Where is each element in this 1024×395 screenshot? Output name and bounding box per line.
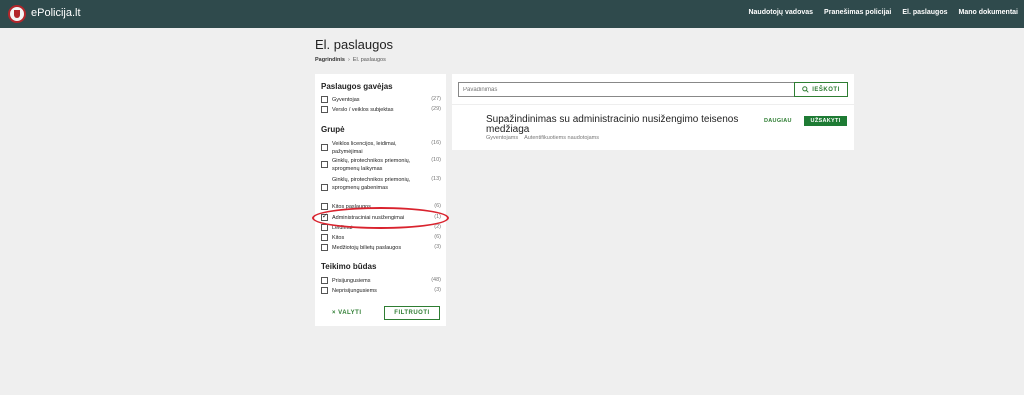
nav-report-police[interactable]: Pranešimas policijai bbox=[824, 9, 891, 16]
nav-e-services[interactable]: El. paslaugos bbox=[902, 9, 947, 16]
filter-provider-title: Paslaugos gavėjas bbox=[321, 82, 393, 91]
filter-button[interactable]: FILTRUOTI bbox=[384, 306, 440, 320]
filter-item-count: (6) bbox=[434, 234, 441, 240]
checkbox[interactable] bbox=[321, 144, 328, 151]
breadcrumb-separator-icon: › bbox=[347, 57, 350, 63]
filter-item-label: Prisijungusiems bbox=[332, 278, 371, 284]
search-icon bbox=[802, 86, 809, 93]
filter-item-count: (16) bbox=[431, 140, 441, 146]
filter-item-label: Gyventojas bbox=[332, 97, 360, 103]
checkbox[interactable] bbox=[321, 277, 328, 284]
filter-group-title: Grupė bbox=[321, 125, 345, 134]
nav-user-guide[interactable]: Naudotojų vadovas bbox=[748, 9, 813, 16]
breadcrumb-current: El. paslaugos bbox=[352, 57, 386, 63]
order-button[interactable]: UŽSAKYTI bbox=[804, 116, 847, 126]
breadcrumb: Pagrindinis › El. paslaugos bbox=[315, 57, 386, 63]
checkbox[interactable] bbox=[321, 184, 328, 191]
annotation-ellipse bbox=[312, 207, 449, 229]
checkbox[interactable] bbox=[321, 203, 328, 210]
checkbox[interactable] bbox=[321, 96, 328, 103]
checkbox[interactable] bbox=[321, 234, 328, 241]
filter-item-label: Ginklų, pirotechnikos priemonių, sprogme… bbox=[332, 177, 411, 191]
filter-item-label: Verslo / veiklos subjektas bbox=[332, 107, 394, 113]
filter-item-count: (3) bbox=[434, 244, 441, 250]
filter-panel: Paslaugos gavėjas Gyventojas (27) Verslo… bbox=[315, 74, 446, 326]
clear-filters-button[interactable]: × VALYTI bbox=[332, 310, 362, 316]
police-logo-icon[interactable] bbox=[8, 5, 26, 23]
search-input[interactable] bbox=[458, 82, 795, 97]
filter-item-count: (6) bbox=[434, 203, 441, 209]
result-tags: Gyventojams Autentifikuotiems naudotojam… bbox=[486, 135, 599, 141]
top-navbar: ePolicija.lt Naudotojų vadovas Pranešima… bbox=[0, 0, 1024, 28]
checkbox[interactable] bbox=[321, 106, 328, 113]
filter-item-count: (29) bbox=[431, 106, 441, 112]
results-panel: IEŠKOTI Supažindinimas su administracini… bbox=[452, 74, 854, 150]
filter-item-label: Veiklos licencijos, leidimai, pažymėjima… bbox=[332, 141, 397, 155]
nav-my-documents[interactable]: Mano dokumentai bbox=[958, 9, 1018, 16]
filter-item-count: (10) bbox=[431, 157, 441, 163]
filter-item-label: Medžiotojų bilietų paslaugos bbox=[332, 245, 402, 251]
checkbox[interactable] bbox=[321, 161, 328, 168]
filter-item-label: Ginklų, pirotechnikos priemonių, sprogme… bbox=[332, 158, 411, 172]
checkbox[interactable] bbox=[321, 244, 328, 251]
search-button-label: IEŠKOTI bbox=[812, 86, 840, 93]
more-button[interactable]: DAUGIAU bbox=[764, 118, 792, 124]
filter-item-count: (48) bbox=[431, 277, 441, 283]
result-title[interactable]: Supažindinimas su administracinio nusiže… bbox=[486, 115, 746, 135]
result-tag: Gyventojams bbox=[486, 135, 519, 141]
search-button[interactable]: IEŠKOTI bbox=[794, 82, 848, 97]
brand-name[interactable]: ePolicija.lt bbox=[31, 7, 81, 19]
filter-item-count: (27) bbox=[431, 96, 441, 102]
filter-item-label: Neprisijungusiems bbox=[332, 288, 377, 294]
main-nav: Naudotojų vadovas Pranešimas policijai E… bbox=[748, 9, 1018, 16]
divider bbox=[452, 104, 854, 105]
result-tag: Autentifikuotiems naudotojams bbox=[524, 135, 600, 141]
filter-item-count: (3) bbox=[434, 287, 441, 293]
checkbox[interactable] bbox=[321, 287, 328, 294]
filter-item-count: (2) bbox=[434, 224, 441, 230]
breadcrumb-home[interactable]: Pagrindinis bbox=[315, 57, 345, 63]
filter-item-label: Kitos bbox=[332, 235, 345, 241]
page-title: El. paslaugos bbox=[315, 37, 394, 52]
filter-method-title: Teikimo būdas bbox=[321, 262, 377, 271]
filter-item-count: (13) bbox=[431, 176, 441, 182]
